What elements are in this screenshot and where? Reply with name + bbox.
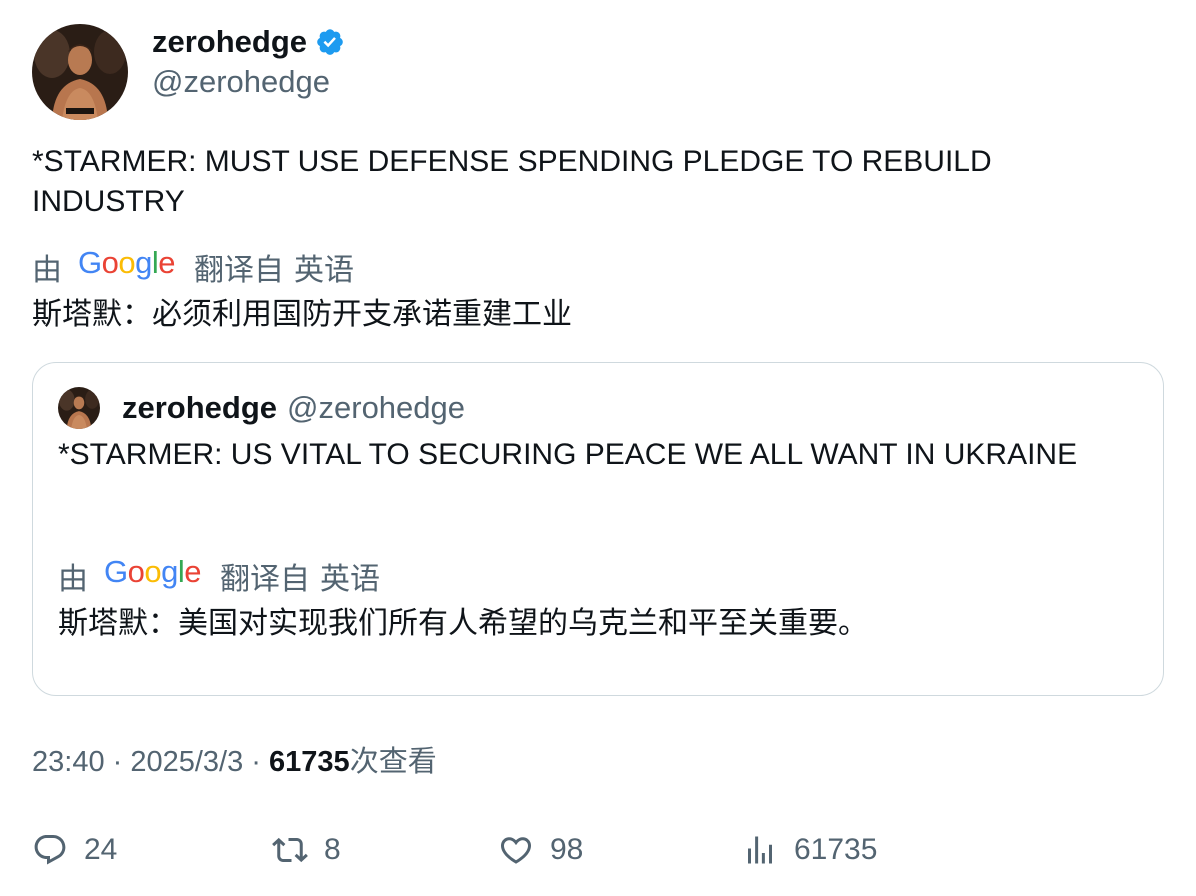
author-display-name[interactable]: zerohedge: [152, 24, 307, 60]
reply-button[interactable]: 24: [32, 828, 117, 872]
display-name-row: zerohedge: [152, 24, 345, 60]
quoted-tweet-header: zerohedge @zerohedge: [58, 387, 465, 429]
quoted-translation-from-label: 翻译自: [220, 563, 310, 596]
author-names: zerohedge @zerohedge: [152, 24, 345, 102]
verified-badge-icon: [315, 27, 345, 57]
tweet-time[interactable]: 23:40: [32, 746, 105, 778]
action-bar: 24 8 98 61735: [32, 828, 1164, 872]
retweet-count: 8: [324, 833, 341, 866]
tweet-date[interactable]: 2025/3/3: [130, 746, 243, 778]
views-count: 61735: [269, 746, 350, 778]
svg-text:Google: Google: [78, 246, 175, 280]
translation-attribution: 由 Google 翻译自 英语: [32, 245, 354, 288]
quoted-translation-attribution: 由 Google 翻译自 英语: [58, 554, 380, 597]
reply-icon: [34, 835, 66, 865]
tweet-meta: 23:40 · 2025/3/3 · 61735次查看: [32, 742, 437, 782]
views-button[interactable]: 61735: [742, 828, 877, 872]
views-label: 次查看: [349, 746, 437, 778]
quoted-translation-by-label: 由: [58, 563, 88, 596]
quoted-author-handle: @zerohedge: [287, 390, 466, 425]
views-action-count: 61735: [794, 833, 878, 866]
reply-count: 24: [84, 833, 118, 866]
translation-from-label: 翻译自: [194, 254, 284, 287]
tweet-header: zerohedge @zerohedge: [32, 24, 345, 120]
quoted-tweet-text: *STARMER: US VITAL TO SECURING PEACE WE …: [58, 438, 1078, 471]
author-handle[interactable]: @zerohedge: [152, 62, 345, 102]
quoted-translated-text: 斯塔默：美国对实现我们所有人希望的乌克兰和平至关重要。: [58, 607, 868, 640]
translation-source-language: 英语: [294, 254, 354, 287]
retweet-icon: [272, 837, 308, 863]
translation-by-label: 由: [32, 254, 62, 287]
meta-separator-1: ·: [104, 746, 131, 778]
retweet-button[interactable]: 8: [272, 828, 341, 872]
translated-text: 斯塔默：必须利用国防开支承诺重建工业: [32, 298, 572, 331]
author-avatar[interactable]: [32, 24, 128, 120]
tweet-text: *STARMER: MUST USE DEFENSE SPENDING PLED…: [32, 145, 992, 218]
quoted-author-display-name: zerohedge: [122, 390, 278, 425]
quoted-author-avatar: [58, 387, 100, 429]
like-button[interactable]: 98: [498, 828, 583, 872]
google-logo-icon: Google: [78, 245, 176, 288]
analytics-icon: [748, 836, 772, 864]
svg-text:Google: Google: [104, 555, 201, 589]
quoted-tweet-card[interactable]: zerohedge @zerohedge *STARMER: US VITAL …: [32, 362, 1164, 696]
like-count: 98: [550, 833, 584, 866]
heart-icon: [500, 837, 532, 864]
quoted-translation-source-language: 英语: [320, 563, 380, 596]
quoted-google-logo-icon: Google: [104, 554, 202, 597]
meta-separator-2: ·: [243, 746, 270, 778]
